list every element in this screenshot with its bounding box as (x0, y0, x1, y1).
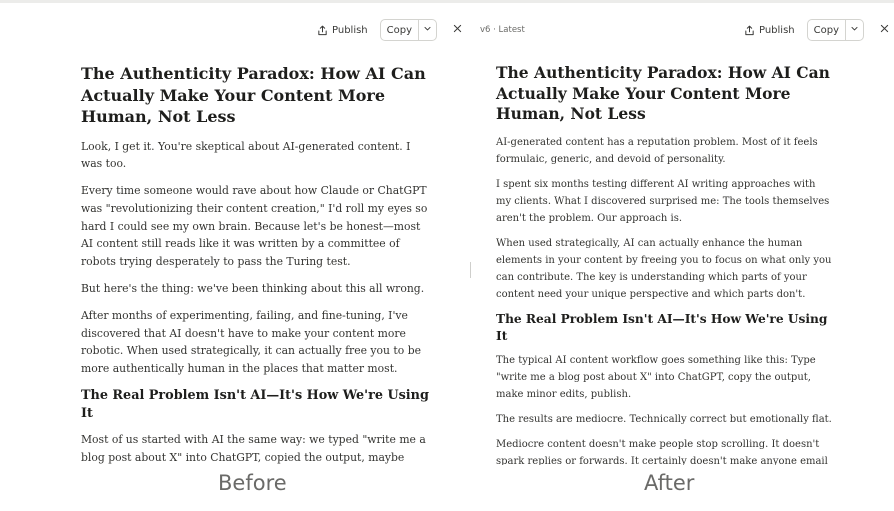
before-toolbar: Publish Copy (313, 17, 467, 43)
paragraph: I spent six months testing different AI … (496, 178, 830, 224)
copy-button[interactable]: Copy (381, 20, 418, 40)
copy-dropdown-button[interactable] (418, 20, 436, 40)
after-document: The Authenticity Paradox: How AI Can Act… (496, 63, 832, 465)
publish-label: Publish (758, 24, 795, 36)
section-heading: The Real Problem Isn't AI—It's How We're… (81, 388, 429, 422)
close-icon (453, 24, 462, 36)
before-caption: Before (218, 471, 287, 495)
copy-dropdown-button[interactable] (845, 20, 863, 40)
paragraph: Mediocre content doesn't make people sto… (496, 438, 828, 466)
section-heading: The Real Problem Isn't AI—It's How We're… (496, 311, 828, 343)
chevron-down-icon (423, 24, 432, 36)
publish-button[interactable]: Publish (313, 19, 372, 41)
paragraph: But here's the thing: we've been thinkin… (81, 282, 425, 296)
paragraph: Every time someone would rave about how … (81, 184, 428, 269)
chevron-down-icon (850, 24, 859, 36)
close-button[interactable] (447, 19, 467, 41)
before-document: The Authenticity Paradox: How AI Can Act… (81, 63, 431, 465)
publish-button[interactable]: Publish (740, 19, 799, 41)
version-label[interactable]: v6 · Latest (480, 25, 525, 35)
paragraph: AI-generated content has a reputation pr… (496, 136, 818, 165)
document-title: The Authenticity Paradox: How AI Can Act… (81, 64, 426, 126)
share-upload-icon (744, 25, 755, 36)
paragraph: The results are mediocre. Technically co… (496, 413, 832, 425)
paragraph: After months of experimenting, failing, … (81, 308, 421, 376)
close-button[interactable] (874, 19, 894, 41)
copy-button-group: Copy (379, 19, 438, 41)
copy-button[interactable]: Copy (808, 20, 845, 40)
after-toolbar: v6 · Latest Publish Copy (480, 17, 894, 43)
paragraph: Most of us started with AI the same way:… (81, 433, 426, 464)
paragraph: The typical AI content workflow goes som… (496, 354, 816, 400)
before-panel: Publish Copy The Authenticity Paradox: H… (0, 3, 468, 465)
resize-handle[interactable] (470, 262, 471, 278)
share-upload-icon (317, 25, 328, 36)
publish-label: Publish (332, 24, 368, 36)
after-panel: v6 · Latest Publish Copy The Authenticit… (474, 3, 894, 465)
copy-button-group: Copy (806, 19, 864, 41)
paragraph: When used strategically, AI can actually… (496, 237, 832, 300)
after-caption: After (644, 471, 695, 495)
close-icon (880, 24, 889, 36)
document-title: The Authenticity Paradox: How AI Can Act… (496, 63, 830, 123)
paragraph: Look, I get it. You're skeptical about A… (81, 139, 411, 171)
